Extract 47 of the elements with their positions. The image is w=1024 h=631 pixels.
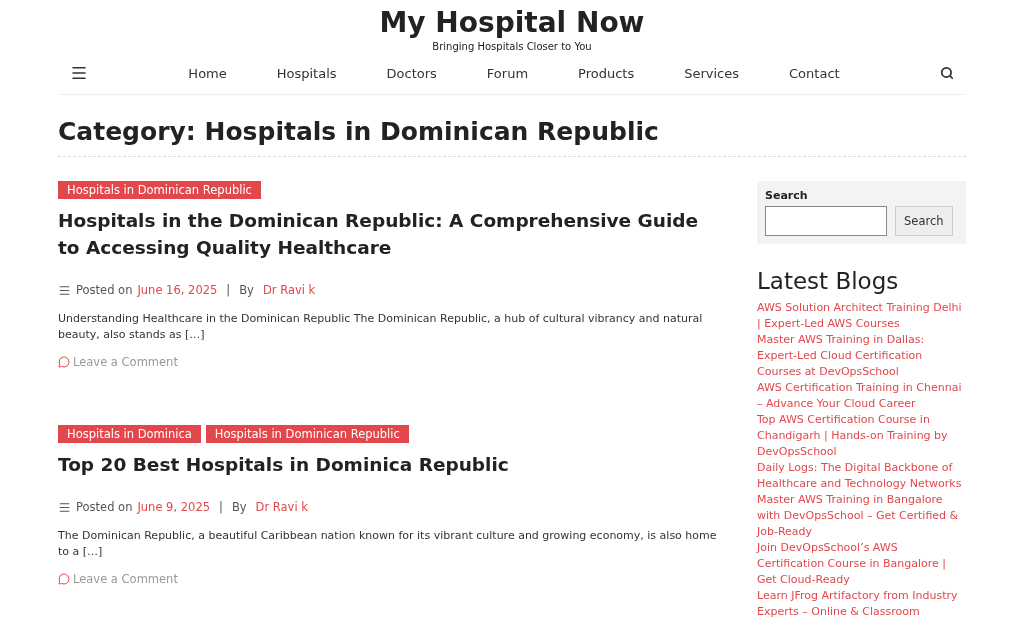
nav-link[interactable]: Hospitals (251, 65, 362, 81)
search-icon[interactable] (940, 66, 954, 80)
category-tag[interactable]: Hospitals in Dominican Republic (58, 181, 261, 199)
blog-link[interactable]: Daily Logs: The Digital Backbone of Healthcare and Technology Networks (757, 460, 966, 492)
speech-bubble-icon (58, 356, 70, 368)
nav-link[interactable]: Services (659, 65, 765, 81)
nav-link[interactable]: Forum (461, 65, 554, 81)
blog-link[interactable]: Top AWS Certification Course in Chandigarh | Hands-on Training by DevOpsSchool (757, 412, 966, 460)
blog-link[interactable]: Master AWS Training in Dallas: Expert-Led Cloud Certification Courses at DevOpsSchool (757, 332, 966, 380)
meta-separator: | (226, 283, 231, 297)
page-title: Category: Hospitals in Dominican Republic (58, 95, 966, 157)
post-excerpt: The Dominican Republic, a beautiful Caribbean nation known for its vibrant culture and growing economy, is also home to a […] (58, 528, 718, 560)
nav-link[interactable]: Home (163, 65, 252, 81)
site-tagline: Bringing Hospitals Closer to You (432, 41, 592, 52)
menu-icon[interactable] (70, 64, 88, 82)
post-date[interactable]: June 9, 2025 (137, 500, 210, 514)
blog-link[interactable]: Master AWS Training in Bangalore with DevOpsSchool – Get Certified & Job-Ready (757, 492, 966, 540)
post-title[interactable]: Hospitals in the Dominican Republic: A Comprehensive Guide to Accessing Quality Healthcare (58, 207, 725, 261)
latest-blogs-heading: Latest Blogs (757, 268, 900, 294)
comment-link[interactable]: Leave a Comment (58, 572, 725, 586)
nav-link[interactable]: Contact (764, 65, 865, 81)
post-date[interactable]: June 16, 2025 (137, 283, 218, 297)
comment-link[interactable]: Leave a Comment (58, 355, 725, 369)
by-label: By (239, 283, 254, 297)
category-tag[interactable]: Hospitals in Dominica (58, 425, 201, 443)
author-link[interactable]: Dr Ravi k (262, 283, 316, 297)
list-icon (58, 500, 71, 514)
site-title[interactable]: My Hospital Now (379, 6, 645, 40)
list-icon (58, 283, 71, 297)
author-link[interactable]: Dr Ravi k (255, 500, 308, 514)
nav-link[interactable]: Products (553, 65, 660, 81)
post-excerpt: Understanding Healthcare in the Dominican Republic The Dominican Republic, a hub of cultural vibrancy and natural beauty, also stands as […] (58, 311, 704, 343)
search-button[interactable]: Search (895, 206, 953, 236)
blog-link[interactable]: Join DevOpsSchool’s AWS Certification Course in Bangalore | Get Cloud-Ready (757, 540, 966, 588)
category-tag[interactable]: Hospitals in Dominican Republic (205, 425, 409, 443)
by-label: By (231, 500, 247, 514)
posted-label: Posted on (76, 283, 133, 297)
speech-bubble-icon (58, 573, 70, 585)
post-title[interactable]: Top 20 Best Hospitals in Dominica Republic (58, 451, 725, 478)
search-field[interactable] (765, 206, 887, 236)
search-label: Search (765, 189, 809, 202)
blog-link[interactable]: AWS Solution Architect Training Delhi | Expert-Led AWS Courses (757, 300, 966, 332)
meta-separator: | (219, 500, 223, 514)
blog-link[interactable]: Learn JFrog Artifactory from Industry Experts – Online & Classroom (757, 588, 966, 620)
posted-label: Posted on (76, 500, 133, 514)
blog-link[interactable]: AWS Certification Training in Chennai – Advance Your Cloud Career (757, 380, 966, 412)
nav-link[interactable]: Doctors (361, 65, 462, 81)
